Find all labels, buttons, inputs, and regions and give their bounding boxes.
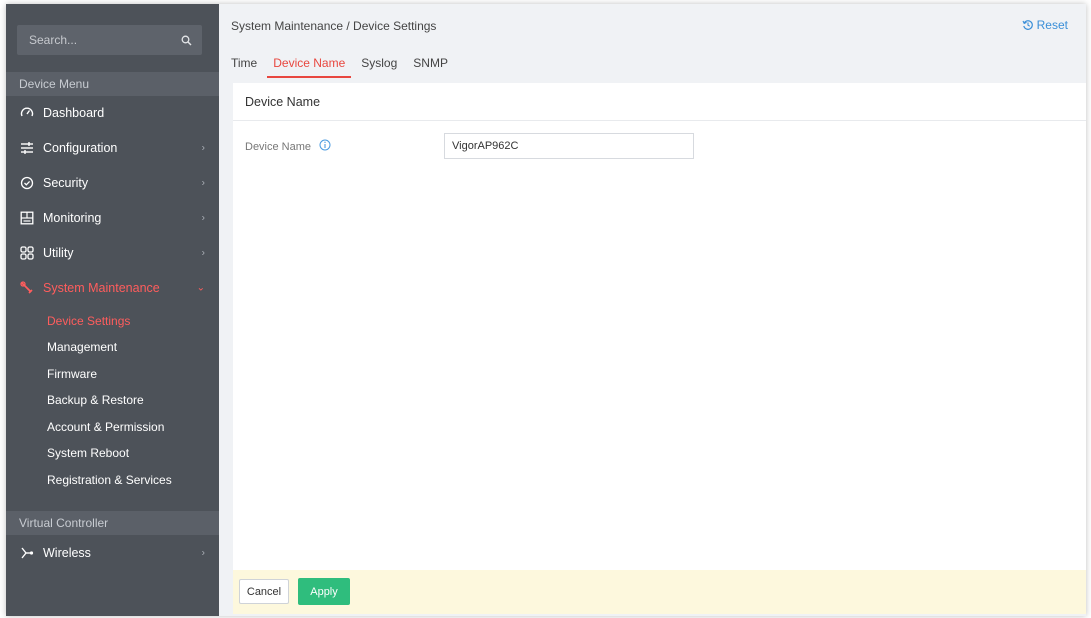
wireless-network-icon: [19, 545, 35, 561]
device-name-panel: Device Name Device Name: [233, 83, 1086, 570]
sidebar-item-monitoring[interactable]: Monitoring ›: [6, 201, 219, 235]
device-name-label-group: Device Name: [245, 139, 331, 154]
wrench-icon: [19, 280, 35, 296]
reset-clock-icon: [1022, 20, 1033, 30]
sidebar-item-dashboard[interactable]: Dashboard: [6, 96, 219, 130]
chevron-right-icon: ›: [201, 142, 205, 154]
sidebar-item-utility[interactable]: Utility ›: [6, 236, 219, 270]
search-input[interactable]: Search...: [17, 25, 202, 55]
sidebar-subitem-device-settings[interactable]: Device Settings: [47, 310, 130, 332]
info-icon[interactable]: [319, 139, 331, 154]
device-menu-header: Device Menu: [6, 72, 219, 96]
device-name-input[interactable]: [444, 133, 694, 159]
sidebar-subitem-management[interactable]: Management: [47, 336, 117, 358]
panel-title: Device Name: [233, 83, 1086, 121]
tab-time[interactable]: Time: [231, 52, 263, 78]
sidebar-item-label: Configuration: [43, 141, 118, 155]
sidebar-item-wireless[interactable]: Wireless ›: [6, 536, 219, 570]
device-name-row: Device Name: [233, 133, 1086, 159]
sidebar-item-label: Wireless: [43, 546, 91, 560]
main-content: System Maintenance / Device Settings Res…: [219, 4, 1086, 616]
configuration-sliders-icon: [19, 140, 35, 156]
dashboard-gauge-icon: [19, 105, 35, 121]
sidebar-item-security[interactable]: Security ›: [6, 166, 219, 200]
chevron-right-icon: ›: [201, 247, 205, 259]
device-name-label: Device Name: [245, 140, 312, 153]
sidebar-subitem-backup-restore[interactable]: Backup & Restore: [47, 389, 144, 411]
sidebar-subitem-system-reboot[interactable]: System Reboot: [47, 442, 129, 464]
virtual-controller-header: Virtual Controller: [6, 511, 219, 535]
chevron-right-icon: ›: [201, 547, 205, 559]
search-placeholder: Search...: [29, 33, 78, 47]
utility-tiles-icon: [19, 245, 35, 261]
cancel-button[interactable]: Cancel: [239, 579, 289, 604]
sidebar-item-label: Security: [43, 176, 89, 190]
chevron-down-icon: ⌄: [196, 282, 205, 294]
sidebar-item-label: System Maintenance: [43, 281, 160, 295]
action-bar: Cancel Apply: [233, 570, 1086, 614]
sidebar: Search... Device Menu Dashboard Configur…: [6, 4, 219, 616]
sidebar-item-label: Utility: [43, 246, 74, 260]
sidebar-subitem-account-permission[interactable]: Account & Permission: [47, 416, 164, 438]
chevron-right-icon: ›: [201, 212, 205, 224]
tab-device-name[interactable]: Device Name: [267, 52, 352, 78]
chevron-right-icon: ›: [201, 177, 205, 189]
apply-button[interactable]: Apply: [298, 578, 350, 605]
reset-button[interactable]: Reset: [1022, 18, 1068, 32]
sidebar-subitem-registration-services[interactable]: Registration & Services: [47, 469, 172, 491]
tab-snmp[interactable]: SNMP: [407, 52, 454, 78]
security-shield-icon: [19, 175, 35, 191]
sidebar-item-label: Monitoring: [43, 211, 102, 225]
sidebar-item-system-maintenance[interactable]: System Maintenance ⌄: [6, 271, 219, 305]
sidebar-item-configuration[interactable]: Configuration ›: [6, 131, 219, 165]
reset-label: Reset: [1036, 18, 1068, 32]
tab-bar: Time Device Name Syslog SNMP: [231, 52, 458, 78]
tab-syslog[interactable]: Syslog: [355, 52, 403, 78]
monitoring-grid-icon: [19, 210, 35, 226]
sidebar-item-label: Dashboard: [43, 106, 105, 120]
search-icon[interactable]: [181, 35, 192, 46]
app-window: Search... Device Menu Dashboard Configur…: [6, 4, 1086, 616]
breadcrumb: System Maintenance / Device Settings: [231, 19, 437, 33]
sidebar-subitem-firmware[interactable]: Firmware: [47, 363, 97, 385]
